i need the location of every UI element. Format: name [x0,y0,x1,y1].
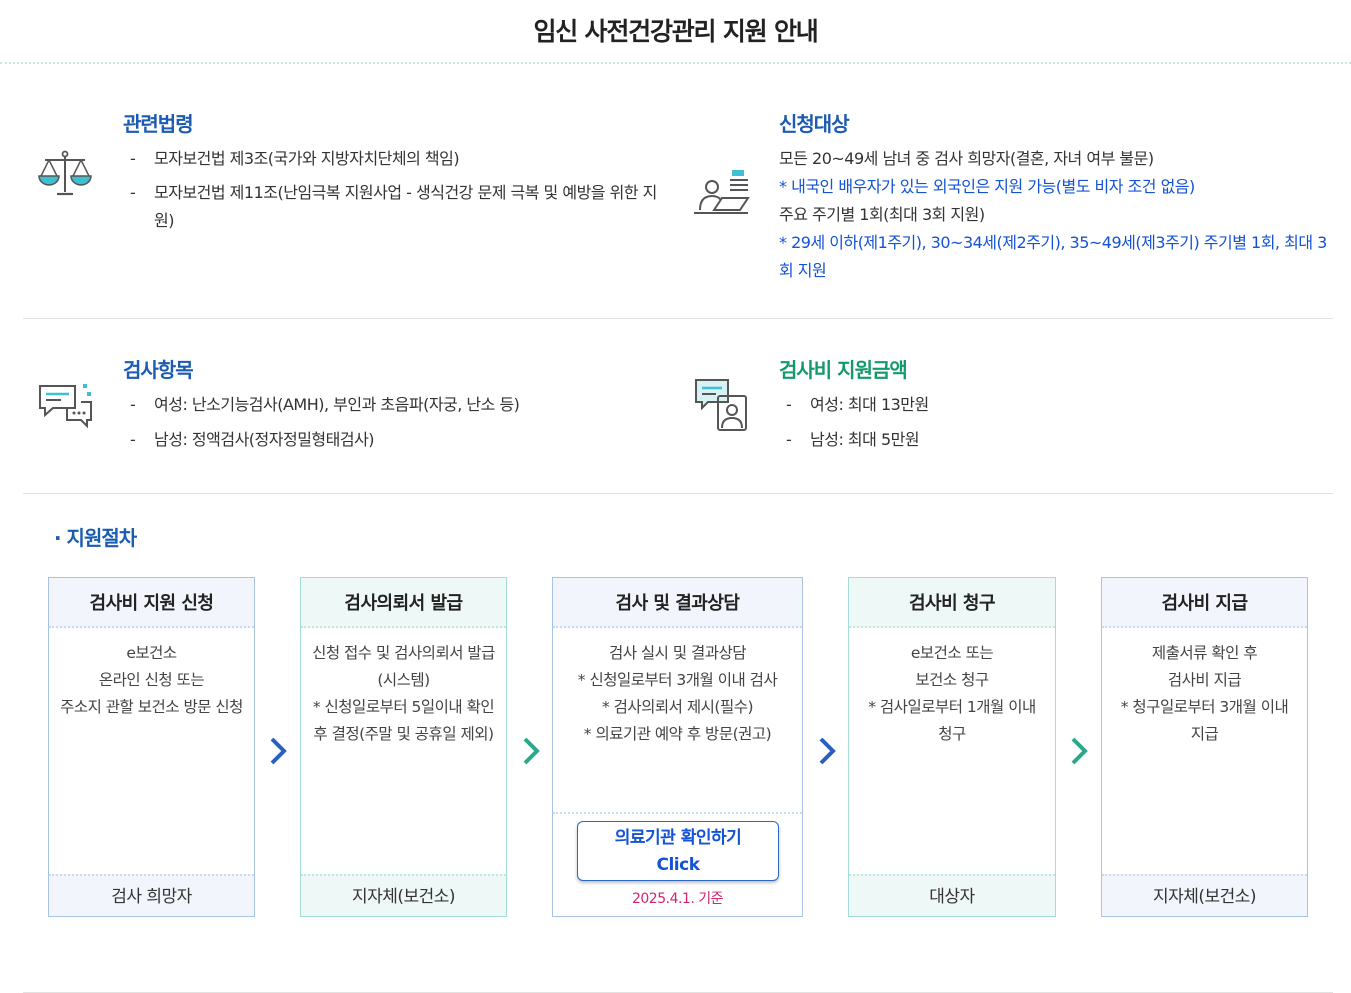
target-text: 모든 20~49세 남녀 중 검사 희망자(결혼, 자녀 여부 불문) [779,149,1154,168]
chat-bubbles-icon [39,384,92,429]
target-text: 주요 주기별 1회(최대 3회 지원) [779,205,985,224]
step-body: e보건소 온라인 신청 또는 주소지 관할 보건소 방문 신청 [60,644,243,716]
tests-item: - 남성: 정액검사(정자정밀형태검사) [130,430,375,449]
hospital-check-button[interactable]: 의료기관 확인하기 Click [577,821,779,881]
step-body: e보건소 또는 보건소 청구 * 검사일로부터 1개월 이내 청구 [868,644,1036,743]
step-body: 신청 접수 및 검사의뢰서 발급 (시스템) * 신청일로부터 5일이내 확인 … [312,644,495,743]
target-section-title: 신청대상 [779,112,850,136]
chevron-right-icon [819,737,836,765]
scales-icon [38,150,92,196]
step-card-claim: 검사비 청구 e보건소 또는 보건소 청구 * 검사일로부터 1개월 이내 청구… [848,577,1056,917]
card-divider [553,812,802,814]
law-section-title: 관련법령 [123,112,194,136]
law-item: - 모자보건법 제11조(난임극복 지원사업 - 생식건강 문제 극복 및 예방을… [130,183,657,230]
step-actor: 검사 희망자 [49,874,254,916]
amount-section-title: 검사비 지원금액 [779,358,908,382]
target-note: * 내국인 배우자가 있는 외국인은 지원 가능(별도 비자 조건 없음) [779,177,1195,196]
procedure-title: · 지원절차 [54,526,137,550]
chevron-right-icon [1071,737,1088,765]
step-card-referral: 검사의뢰서 발급 신청 접수 및 검사의뢰서 발급 (시스템) * 신청일로부터… [300,577,507,917]
step-actor: 지자체(보건소) [301,874,506,916]
step-actor: 대상자 [849,874,1055,916]
step-card-payment: 검사비 지급 제출서류 확인 후 검사비 지급 * 청구일로부터 3개월 이내 … [1101,577,1308,917]
law-item: - 모자보건법 제3조(국가와 지방자치단체의 책임) [130,149,460,168]
amount-item: - 여성: 최대 13만원 [786,395,929,414]
step-actor: 지자체(보건소) [1102,874,1307,916]
chevron-right-icon [523,737,540,765]
amount-item: - 남성: 최대 5만원 [786,430,920,449]
step-body: 검사 실시 및 결과상담 * 신청일로부터 3개월 이내 검사 * 검사의뢰서 … [577,644,778,743]
applicant-laptop-icon [694,170,750,214]
tests-item: - 여성: 난소기능검사(AMH), 부인과 초음파(자궁, 난소 등) [130,395,520,414]
step-card-test: 검사 및 결과상담 검사 실시 및 결과상담 * 신청일로부터 3개월 이내 검… [552,577,803,917]
step-title: 검사비 청구 [849,578,1055,628]
step-card-apply: 검사비 지원 신청 e보건소 온라인 신청 또는 주소지 관할 보건소 방문 신… [48,577,255,917]
step-title: 검사 및 결과상담 [553,578,802,628]
step-body: 제출서류 확인 후 검사비 지급 * 청구일로부터 3개월 이내 지급 [1120,644,1289,743]
step-title: 검사의뢰서 발급 [301,578,506,628]
step-title: 검사비 지급 [1102,578,1307,628]
chevron-right-icon [270,737,287,765]
tests-section-title: 검사항목 [123,358,194,382]
page-title: 임신 사전건강관리 지원 안내 [533,17,818,46]
step-title: 검사비 지원 신청 [49,578,254,628]
reference-date: 2025.4.1. 기준 [631,891,724,907]
section-divider [23,493,1333,494]
target-note: * 29세 이하(제1주기), 30~34세(제2주기), 35~49세(제3주… [779,233,1327,280]
section-divider [23,318,1333,319]
consultation-icon [695,379,747,431]
title-divider [0,62,1351,64]
